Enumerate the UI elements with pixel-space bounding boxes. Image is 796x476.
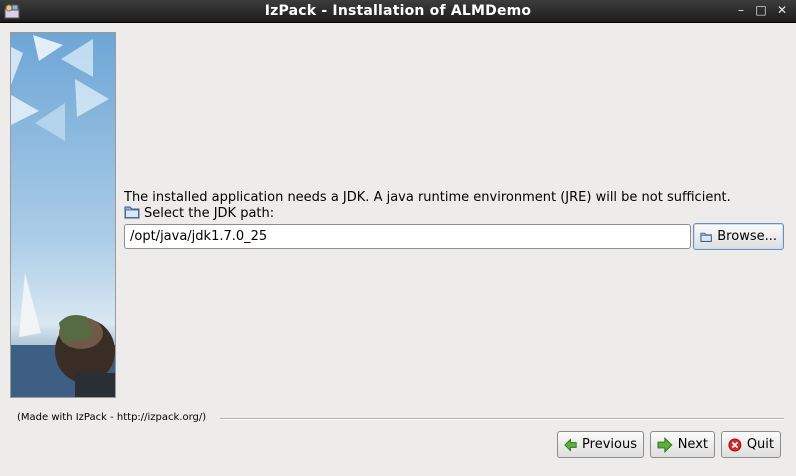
- folder-icon: [124, 206, 140, 219]
- quit-button-label: Quit: [746, 437, 774, 452]
- jdk-requirement-message: The installed application needs a JDK. A…: [124, 190, 731, 205]
- banner-artwork: [11, 33, 115, 397]
- side-banner-image: [10, 32, 116, 398]
- green-right-arrow-icon: [657, 436, 673, 453]
- close-button[interactable]: ✕: [775, 3, 789, 17]
- previous-button-label: Previous: [582, 437, 637, 452]
- next-button-label: Next: [677, 437, 708, 452]
- red-x-icon: [728, 438, 742, 451]
- browse-button[interactable]: Browse...: [693, 223, 784, 250]
- footer-divider: [220, 418, 784, 420]
- previous-button[interactable]: Previous: [557, 431, 644, 458]
- jdk-path-input[interactable]: [124, 224, 691, 249]
- green-left-arrow-icon: [564, 437, 577, 452]
- jdk-path-label-text: Select the JDK path:: [144, 206, 275, 221]
- maximize-button[interactable]: □: [754, 3, 768, 17]
- title-bar[interactable]: IzPack - Installation of ALMDemo – □ ✕: [0, 0, 796, 23]
- folder-icon: [700, 232, 712, 242]
- izpack-credit: (Made with IzPack - http://izpack.org/): [17, 412, 207, 423]
- jdk-path-label: Select the JDK path:: [124, 205, 274, 221]
- minimize-button[interactable]: –: [734, 3, 748, 17]
- browse-button-label: Browse...: [717, 229, 777, 244]
- next-button[interactable]: Next: [650, 431, 715, 458]
- window-title: IzPack - Installation of ALMDemo: [264, 3, 532, 19]
- quit-button[interactable]: Quit: [721, 431, 781, 458]
